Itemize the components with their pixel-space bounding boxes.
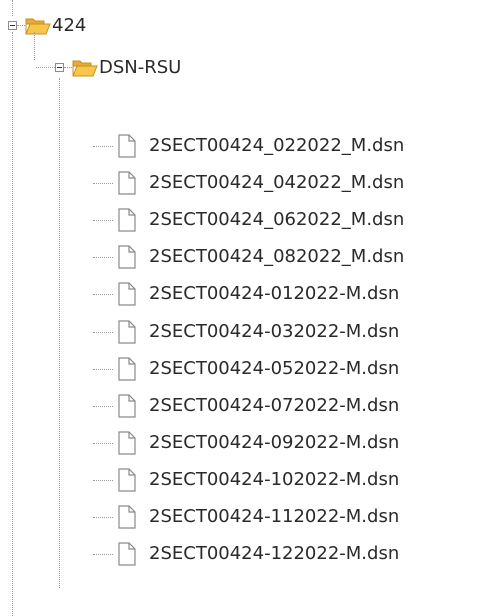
tree-connector: [17, 25, 25, 26]
tree-node-file[interactable]: 2SECT00424_042022_M.dsn: [0, 165, 490, 201]
tree-node-file[interactable]: 2SECT00424-072022-M.dsn: [0, 388, 490, 424]
tree-node-file[interactable]: 2SECT00424_062022_M.dsn: [0, 202, 490, 238]
tree-node-file[interactable]: 2SECT00424_082022_M.dsn: [0, 239, 490, 275]
root-folder-label[interactable]: 424: [52, 15, 86, 37]
file-label[interactable]: 2SECT00424-092022-M.dsn: [149, 432, 399, 454]
document-icon: [118, 542, 136, 566]
tree-connector: [93, 332, 113, 333]
collapse-toggle-icon[interactable]: [8, 21, 17, 30]
tree-node-file[interactable]: 2SECT00424-122022-M.dsn: [0, 536, 490, 572]
file-label[interactable]: 2SECT00424-112022-M.dsn: [149, 506, 399, 528]
document-icon: [118, 171, 136, 195]
document-icon: [118, 468, 136, 492]
folder-open-icon: [25, 18, 51, 35]
file-tree: 424 DSN-RSU 2SECT00424_022022_M.dsn 2SECT…: [0, 0, 490, 616]
document-icon: [118, 245, 136, 269]
tree-node-file[interactable]: 2SECT00424-012022-M.dsn: [0, 276, 490, 312]
document-icon: [118, 134, 136, 158]
file-label[interactable]: 2SECT00424-052022-M.dsn: [149, 358, 399, 380]
file-label[interactable]: 2SECT00424-012022-M.dsn: [149, 283, 399, 305]
tree-connector: [93, 146, 113, 147]
tree-node-file[interactable]: 2SECT00424-052022-M.dsn: [0, 351, 490, 387]
tree-node-file[interactable]: 2SECT00424-032022-M.dsn: [0, 314, 490, 350]
document-icon: [118, 208, 136, 232]
document-icon: [118, 394, 136, 418]
tree-connector: [93, 183, 113, 184]
file-label[interactable]: 2SECT00424_062022_M.dsn: [149, 209, 404, 231]
tree-connector: [93, 406, 113, 407]
folder-open-icon: [72, 60, 98, 77]
sub-folder-label[interactable]: DSN-RSU: [99, 57, 181, 79]
tree-node-root-folder[interactable]: 424: [0, 6, 490, 42]
tree-node-file[interactable]: 2SECT00424-112022-M.dsn: [0, 499, 490, 535]
tree-connector: [36, 67, 55, 68]
tree-connector: [93, 517, 113, 518]
tree-connector: [93, 443, 113, 444]
document-icon: [118, 505, 136, 529]
tree-connector: [93, 480, 113, 481]
tree-connector: [93, 257, 113, 258]
tree-connector: [93, 554, 113, 555]
file-label[interactable]: 2SECT00424_082022_M.dsn: [149, 246, 404, 268]
tree-connector: [93, 369, 113, 370]
file-label[interactable]: 2SECT00424-102022-M.dsn: [149, 469, 399, 491]
tree-connector: [93, 294, 113, 295]
tree-connector: [64, 67, 72, 68]
tree-connector: [93, 220, 113, 221]
file-label[interactable]: 2SECT00424_022022_M.dsn: [149, 135, 404, 157]
tree-node-file[interactable]: 2SECT00424_022022_M.dsn: [0, 128, 490, 164]
document-icon: [118, 282, 136, 306]
file-label[interactable]: 2SECT00424_042022_M.dsn: [149, 172, 404, 194]
collapse-toggle-icon[interactable]: [55, 63, 64, 72]
file-label[interactable]: 2SECT00424-072022-M.dsn: [149, 395, 399, 417]
file-label[interactable]: 2SECT00424-032022-M.dsn: [149, 321, 399, 343]
file-label[interactable]: 2SECT00424-122022-M.dsn: [149, 543, 399, 565]
document-icon: [118, 431, 136, 455]
document-icon: [118, 320, 136, 344]
tree-node-file[interactable]: 2SECT00424-102022-M.dsn: [0, 462, 490, 498]
tree-node-sub-folder[interactable]: DSN-RSU: [0, 52, 490, 88]
document-icon: [118, 357, 136, 381]
tree-node-file[interactable]: 2SECT00424-092022-M.dsn: [0, 425, 490, 461]
